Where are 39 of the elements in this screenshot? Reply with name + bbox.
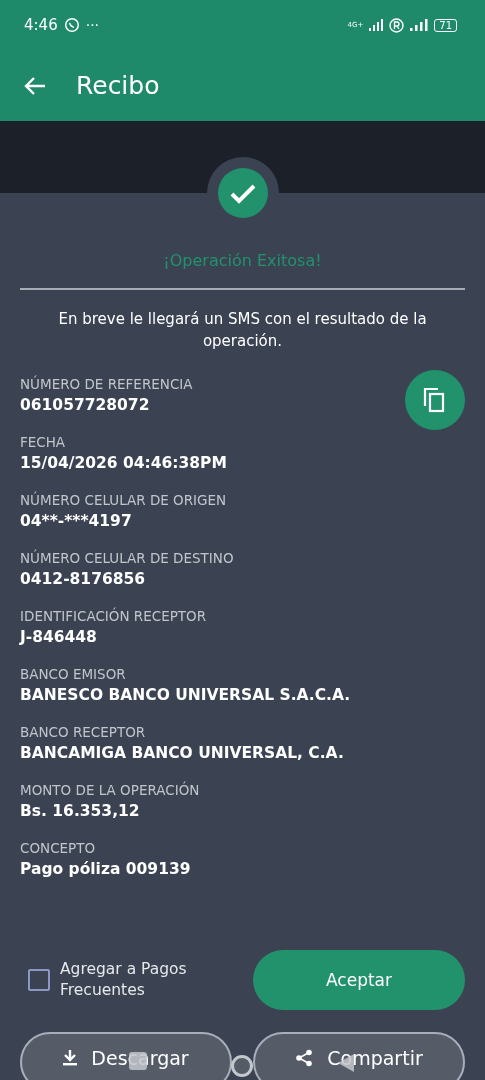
copy-icon xyxy=(423,387,447,413)
signal-icon xyxy=(410,19,429,31)
checkbox-label: Agregar a Pagos Frecuentes xyxy=(60,959,188,1001)
signal-icon xyxy=(369,19,384,31)
field-value: BANCAMIGA BANCO UNIVERSAL, C.A. xyxy=(20,743,344,764)
success-title: ¡Operación Exitosa! xyxy=(162,251,323,270)
field-value: 0412-8176856 xyxy=(20,569,146,590)
check-icon xyxy=(217,168,268,218)
battery-level: 71 xyxy=(434,18,457,32)
field-value: Bs. 16.353,12 xyxy=(20,801,140,822)
field-label: FECHA xyxy=(20,433,67,452)
chat-icon xyxy=(63,17,80,33)
back-arrow-icon[interactable] xyxy=(24,75,46,96)
checkbox[interactable] xyxy=(28,969,50,991)
field-label: BANCO EMISOR xyxy=(20,665,127,684)
field-value: Pago póliza 009139 xyxy=(20,859,191,880)
share-button[interactable]: Compartir xyxy=(253,1032,465,1080)
field-label: NÚMERO CELULAR DE DESTINO xyxy=(20,548,235,568)
share-icon xyxy=(295,1048,314,1067)
field-label: CONCEPTO xyxy=(20,839,97,858)
field-label: BANCO RECEPTOR xyxy=(20,723,147,742)
field-label: MONTO DE LA OPERACIÓN xyxy=(20,780,201,800)
roaming-icon xyxy=(389,17,405,33)
field-label: NÚMERO DE REFERENCIA xyxy=(20,374,194,394)
field-label: IDENTIFICACIÓN RECEPTOR xyxy=(20,606,208,626)
field-value: BANESCO BANCO UNIVERSAL S.A.C.A. xyxy=(20,685,351,706)
screen-title: Recibo xyxy=(76,71,160,100)
field-value: 15/04/2026 04:46:38PM xyxy=(20,453,227,474)
field-label: NÚMERO CELULAR DE ORIGEN xyxy=(20,490,228,510)
download-icon xyxy=(63,1049,78,1066)
field-value: J-846448 xyxy=(20,627,97,648)
status-time: 4:46 xyxy=(24,16,58,34)
home-icon[interactable] xyxy=(230,1054,254,1078)
accept-button[interactable]: Aceptar xyxy=(253,950,465,1010)
field-value: 061057728072 xyxy=(20,395,150,416)
copy-button[interactable] xyxy=(405,370,465,430)
field-value: 04**-***4197 xyxy=(20,511,132,532)
sms-message: En breve le llegará un SMS con el resultado de la operación. xyxy=(57,309,428,352)
more-notifications: ··· xyxy=(85,17,100,33)
